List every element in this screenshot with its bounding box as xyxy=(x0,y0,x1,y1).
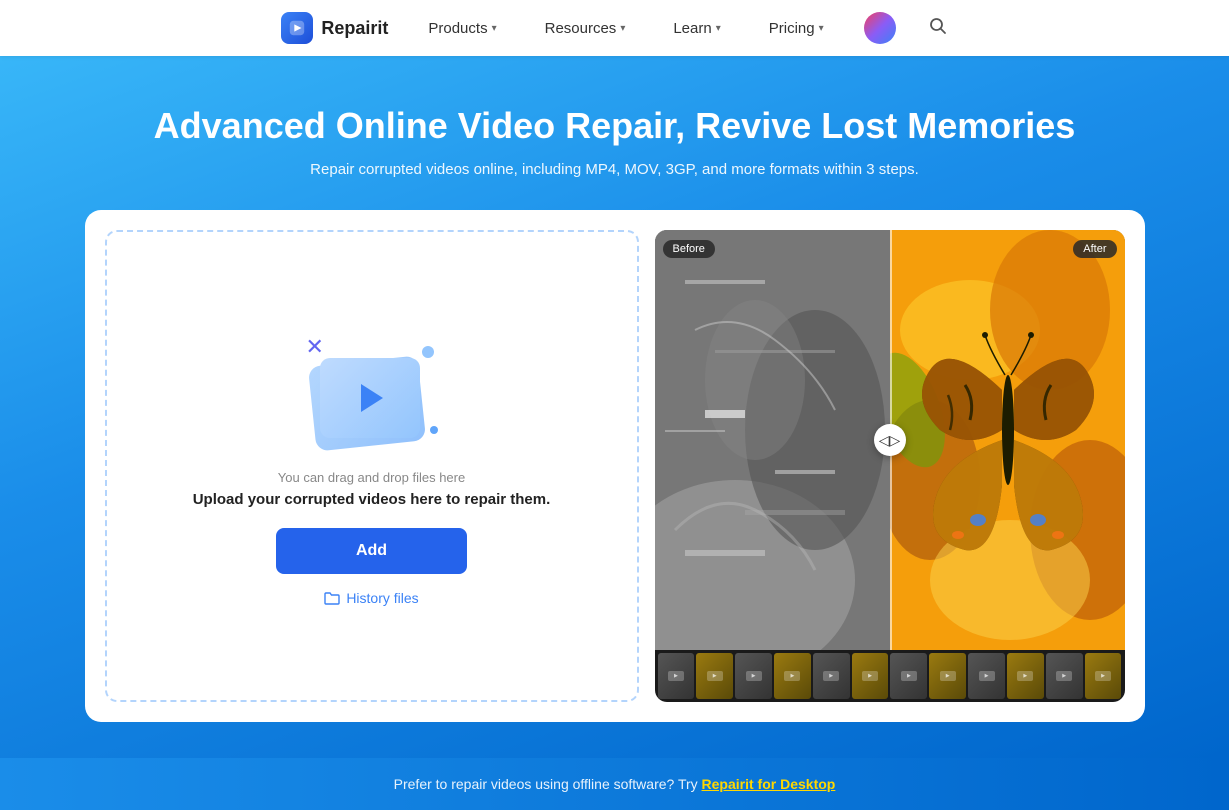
filmstrip xyxy=(655,650,1125,702)
footer-text: Prefer to repair videos using offline so… xyxy=(394,776,702,792)
nav-products[interactable]: Products ▾ xyxy=(420,16,504,41)
nav-resources-label: Resources xyxy=(545,20,617,37)
compare-area: Before ◁▷ xyxy=(655,230,1125,650)
hero-section: Advanced Online Video Repair, Revive Los… xyxy=(0,56,1229,758)
video-repair-icon: ✕ xyxy=(302,326,442,446)
film-thumb-8 xyxy=(929,653,966,699)
film-thumb-3 xyxy=(735,653,772,699)
film-thumb-9 xyxy=(968,653,1005,699)
add-button[interactable]: Add xyxy=(276,528,467,574)
folder-icon xyxy=(324,591,340,605)
after-panel: After xyxy=(890,230,1125,650)
chevron-down-icon: ▾ xyxy=(620,23,625,34)
nav-pricing[interactable]: Pricing ▾ xyxy=(761,16,832,41)
preview-panel: Before ◁▷ xyxy=(655,230,1125,702)
footer-bar: Prefer to repair videos using offline so… xyxy=(0,758,1229,810)
nav-learn[interactable]: Learn ▾ xyxy=(665,16,728,41)
desktop-link[interactable]: Repairit for Desktop xyxy=(702,776,836,792)
logo-text: Repairit xyxy=(321,18,388,39)
upload-icon-area: ✕ xyxy=(302,326,442,446)
film-thumb-10 xyxy=(1007,653,1044,699)
logo[interactable]: Repairit xyxy=(281,12,388,44)
film-thumb-1 xyxy=(658,653,695,699)
chevron-down-icon: ▾ xyxy=(492,23,497,34)
chevron-down-icon: ▾ xyxy=(819,23,824,34)
nav-learn-label: Learn xyxy=(673,20,711,37)
upload-prompt: Upload your corrupted videos here to rep… xyxy=(193,491,551,508)
nav-resources[interactable]: Resources ▾ xyxy=(537,16,634,41)
before-panel: Before xyxy=(655,230,890,650)
film-thumb-2 xyxy=(696,653,733,699)
before-badge: Before xyxy=(663,240,715,258)
film-thumb-12 xyxy=(1085,653,1122,699)
film-thumb-7 xyxy=(890,653,927,699)
nav-products-label: Products xyxy=(428,20,487,37)
compare-handle[interactable]: ◁▷ xyxy=(874,424,906,456)
navbar: Repairit Products ▾ Resources ▾ Learn ▾ … xyxy=(0,0,1229,56)
before-image xyxy=(655,230,890,650)
hero-title: Advanced Online Video Repair, Revive Los… xyxy=(20,104,1209,147)
drag-drop-text: You can drag and drop files here xyxy=(278,470,465,485)
upload-panel[interactable]: ✕ You can drag and drop files here Uploa… xyxy=(105,230,639,702)
film-thumb-11 xyxy=(1046,653,1083,699)
hero-subtitle: Repair corrupted videos online, includin… xyxy=(20,161,1209,178)
main-card: ✕ You can drag and drop files here Uploa… xyxy=(85,210,1145,722)
history-files-link[interactable]: History files xyxy=(324,590,418,606)
search-icon[interactable] xyxy=(928,16,948,41)
history-files-label: History files xyxy=(346,590,418,606)
after-badge: After xyxy=(1073,240,1116,258)
film-thumb-6 xyxy=(852,653,889,699)
avatar[interactable] xyxy=(864,12,896,44)
nav-pricing-label: Pricing xyxy=(769,20,815,37)
logo-icon xyxy=(281,12,313,44)
film-thumb-5 xyxy=(813,653,850,699)
chevron-down-icon: ▾ xyxy=(716,23,721,34)
after-image xyxy=(890,230,1125,650)
film-thumb-4 xyxy=(774,653,811,699)
